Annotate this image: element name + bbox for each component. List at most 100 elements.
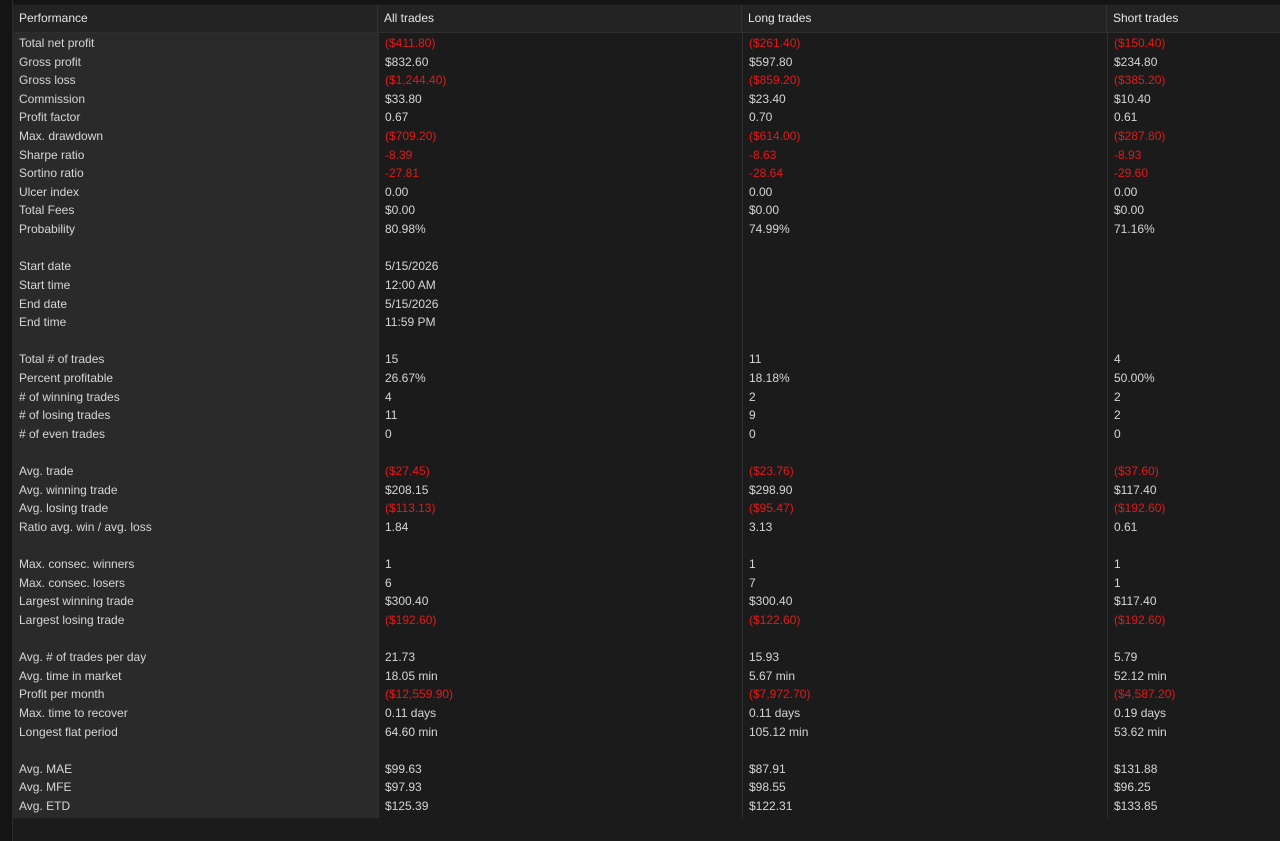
- short-trades-value: [1108, 239, 1280, 258]
- row-label: Avg. MAE: [19, 761, 73, 776]
- row-label: [13, 536, 378, 555]
- row-label: Ulcer index: [19, 184, 80, 199]
- long-trades-value: 18.18%: [749, 370, 790, 385]
- all-trades-value: [379, 332, 742, 351]
- all-trades-value: ($27.45): [385, 464, 430, 479]
- all-trades-value: ($12,559.90): [385, 687, 454, 702]
- row-label: Max. drawdown: [19, 129, 104, 144]
- long-trades-value: ($859.20): [749, 73, 801, 88]
- short-trades-value: ($385.20): [1114, 73, 1166, 88]
- all-trades-value: ($411.80): [385, 36, 436, 50]
- long-trades-value: $300.40: [749, 594, 793, 609]
- long-trades-value: [743, 257, 1107, 276]
- row-label: Gross profit: [19, 54, 82, 69]
- short-trades-value: [1108, 443, 1280, 462]
- row-label: Avg. winning trade: [19, 482, 118, 497]
- long-trades-value: [743, 239, 1107, 258]
- all-trades-value: 5/15/2026: [385, 296, 439, 311]
- all-trades-column: ($411.80) $832.60 ($1,244.40) $33.80 0.67 ($7…: [378, 33, 742, 819]
- all-trades-value: 64.60 min: [385, 724, 438, 739]
- row-label: Sortino ratio: [19, 166, 84, 181]
- row-label: Profit factor: [19, 110, 81, 125]
- short-trades-value: 50.00%: [1114, 370, 1155, 385]
- row-label: Commission: [19, 91, 86, 106]
- long-trades-value: ($122.60): [749, 612, 801, 627]
- short-trades-value: 0: [1114, 426, 1121, 441]
- grid-header: Performance All trades Long trades Short…: [13, 5, 1280, 33]
- short-trades-value: 0.61: [1114, 110, 1138, 125]
- short-trades-value: ($287.80): [1114, 129, 1166, 144]
- short-trades-value: 5.79: [1114, 650, 1138, 665]
- long-trades-value: [743, 630, 1107, 649]
- short-trades-value: 0.61: [1114, 519, 1138, 534]
- all-trades-value: -27.81: [385, 166, 420, 181]
- header-performance[interactable]: Performance: [13, 5, 378, 32]
- row-label: [13, 239, 378, 258]
- long-trades-value: [743, 313, 1107, 332]
- long-trades-value: 7: [749, 575, 756, 590]
- all-trades-value: 4: [385, 389, 392, 404]
- all-trades-value: [379, 630, 742, 649]
- all-trades-value: 12:00 AM: [385, 277, 436, 292]
- row-label: Gross loss: [19, 73, 76, 88]
- row-label: Largest winning trade: [19, 594, 134, 609]
- long-trades-value: 9: [749, 408, 756, 423]
- row-label: Start time: [19, 277, 71, 292]
- all-trades-value: 1.84: [385, 519, 409, 534]
- all-trades-value: [379, 536, 742, 555]
- row-label: Avg. losing trade: [19, 501, 109, 516]
- short-trades-value: $234.80: [1114, 54, 1158, 69]
- short-trades-value: $0.00: [1114, 203, 1145, 218]
- long-trades-value: [743, 295, 1107, 314]
- all-trades-value: ($1,244.40): [385, 73, 447, 88]
- all-trades-value: $99.63: [385, 761, 422, 776]
- all-trades-value: 26.67%: [385, 370, 426, 385]
- all-trades-value: $33.80: [385, 91, 422, 106]
- all-trades-value: 0.00: [385, 184, 409, 199]
- row-label: Avg. time in market: [19, 668, 122, 683]
- all-trades-value: 21.73: [385, 650, 416, 665]
- short-trades-value: $117.40: [1114, 594, 1157, 609]
- row-label: Largest losing trade: [19, 612, 125, 627]
- all-trades-value: $125.39: [385, 798, 429, 813]
- long-trades-value: $87.91: [749, 761, 786, 776]
- top-border: [0, 0, 1280, 4]
- all-trades-value: 15: [385, 352, 399, 367]
- row-label: Profit per month: [19, 687, 105, 702]
- long-trades-value: [743, 536, 1107, 555]
- all-trades-value: ($709.20): [385, 129, 437, 144]
- all-trades-value: $300.40: [385, 594, 429, 609]
- short-trades-value: ($192.60): [1114, 501, 1166, 516]
- all-trades-value: 18.05 min: [385, 668, 438, 683]
- performance-grid: Performance All trades Long trades Short…: [13, 5, 1280, 819]
- header-long-trades[interactable]: Long trades: [742, 5, 1107, 32]
- row-label: Total net profit: [19, 36, 95, 50]
- short-trades-value: [1108, 332, 1280, 351]
- long-trades-value: 74.99%: [749, 222, 790, 237]
- short-trades-value: $131.88: [1114, 761, 1158, 776]
- short-trades-value: ($192.60): [1114, 612, 1166, 627]
- row-label: End date: [19, 296, 68, 311]
- all-trades-value: [379, 239, 742, 258]
- performance-window: Performance All trades Long trades Short…: [0, 0, 1280, 841]
- short-trades-value: 52.12 min: [1114, 668, 1167, 683]
- row-label: Total # of trades: [19, 352, 105, 367]
- row-label: Avg. # of trades per day: [19, 650, 147, 665]
- all-trades-value: [379, 443, 742, 462]
- header-all-trades[interactable]: All trades: [378, 5, 742, 32]
- row-label: Avg. trade: [19, 464, 74, 479]
- short-trades-value: -8.93: [1114, 147, 1142, 162]
- short-trades-value: $117.40: [1114, 482, 1157, 497]
- long-trades-value: ($95.47): [749, 501, 794, 516]
- long-trades-value: -28.64: [749, 166, 784, 181]
- long-trades-value: 15.93: [749, 650, 780, 665]
- row-label: [13, 443, 378, 462]
- long-trades-value: 0: [749, 426, 756, 441]
- long-trades-value: 1: [749, 557, 756, 572]
- short-trades-value: [1108, 257, 1280, 276]
- all-trades-value: $97.93: [385, 780, 422, 795]
- long-trades-value: $98.55: [749, 780, 786, 795]
- long-trades-value: $298.90: [749, 482, 793, 497]
- header-short-trades[interactable]: Short trades: [1107, 5, 1280, 32]
- all-trades-value: ($113.13): [385, 501, 436, 516]
